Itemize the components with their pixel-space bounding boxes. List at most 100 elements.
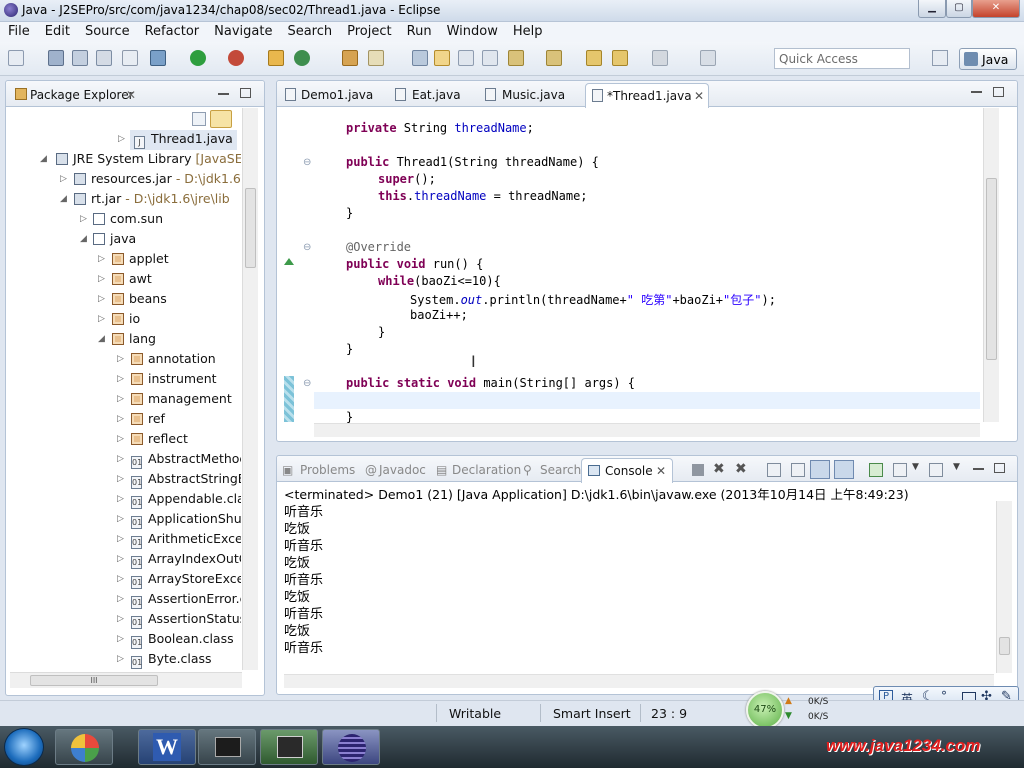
dropdown-arrow-icon[interactable]: ▼ <box>912 462 919 472</box>
menu-navigate[interactable]: Navigate <box>206 22 279 39</box>
tree-item-class[interactable]: 01 ArithmeticExcep <box>131 531 251 551</box>
minimize-button[interactable]: ▁ <box>918 0 946 18</box>
tree-item-io[interactable]: io <box>112 311 140 331</box>
tab-search[interactable]: Search <box>540 463 581 477</box>
tree-vertical-scrollbar[interactable] <box>242 108 258 670</box>
code-line[interactable]: } <box>346 342 353 356</box>
java-perspective-button[interactable]: Java <box>959 48 1017 70</box>
show-stdout-icon[interactable] <box>810 460 830 479</box>
minimize-view-icon[interactable] <box>218 93 229 95</box>
tree-item-java[interactable]: java <box>93 231 136 251</box>
tree-item-resources-jar[interactable]: resources.jar - D:\jdk1.6\j <box>74 171 249 191</box>
view-menu-icon[interactable]: ▼ <box>953 462 960 472</box>
toggle-mark-icon[interactable] <box>412 50 428 66</box>
tree-horizontal-scrollbar[interactable]: III <box>10 672 242 688</box>
taskbar-app-eclipse[interactable] <box>322 729 380 765</box>
taskbar-app-terminal[interactable] <box>198 729 256 765</box>
editor-horizontal-scrollbar[interactable] <box>314 423 980 437</box>
prev-annotation-icon[interactable] <box>546 50 562 66</box>
close-view-icon[interactable]: ✕ <box>126 88 136 102</box>
tree-item-annotation[interactable]: annotation <box>131 351 216 371</box>
code-line[interactable]: super(); <box>378 172 436 186</box>
tree-item-class[interactable]: 01 AssertionStatusI <box>131 611 250 631</box>
override-marker-icon[interactable] <box>284 258 294 265</box>
close-button[interactable]: ✕ <box>972 0 1020 18</box>
open-console-icon[interactable] <box>929 463 943 477</box>
scroll-lock-icon[interactable] <box>791 463 805 477</box>
open-perspective-icon[interactable] <box>932 50 948 66</box>
minimize-view-icon[interactable] <box>973 468 984 470</box>
highlight-icon[interactable] <box>434 50 450 66</box>
tree-item-class[interactable]: 01 Appendable.cla <box>131 491 245 511</box>
code-line[interactable]: public Thread1(String threadName) { <box>346 155 599 169</box>
new-class-icon[interactable] <box>294 50 310 66</box>
new-icon[interactable] <box>8 50 24 66</box>
tree-item-instrument[interactable]: instrument <box>131 371 217 391</box>
menu-source[interactable]: Source <box>77 22 137 39</box>
code-line[interactable]: private String threadName; <box>346 121 534 135</box>
tab-console-active[interactable]: Console ✕ <box>581 458 673 483</box>
tab-javadoc[interactable]: Javadoc <box>379 463 426 477</box>
menu-file[interactable]: File <box>0 22 37 39</box>
tree-item-com-sun[interactable]: com.sun <box>93 211 163 231</box>
tab-demo1[interactable]: Demo1.java <box>301 88 373 102</box>
back-icon[interactable] <box>612 50 628 66</box>
tab-problems[interactable]: Problems <box>300 463 355 477</box>
show-whitespace-icon[interactable] <box>482 50 498 66</box>
menu-edit[interactable]: Edit <box>37 22 77 39</box>
tree-item-class[interactable]: 01 ArrayIndexOutC <box>131 551 247 571</box>
tree-item-class[interactable]: 01 AbstractMethoc <box>131 451 246 471</box>
scroll-thumb[interactable] <box>986 178 997 360</box>
menu-project[interactable]: Project <box>339 22 398 39</box>
debug-icon[interactable] <box>150 50 166 66</box>
menu-refactor[interactable]: Refactor <box>137 22 207 39</box>
save-icon[interactable] <box>48 50 64 66</box>
next-annotation-icon[interactable] <box>508 50 524 66</box>
pin-icon[interactable] <box>122 50 138 66</box>
clear-console-icon[interactable] <box>767 463 781 477</box>
tree-item-class[interactable]: 01 Byte.class <box>131 651 212 671</box>
menu-help[interactable]: Help <box>505 22 550 39</box>
display-console-icon[interactable] <box>893 463 907 477</box>
tree-item-rt-jar[interactable]: rt.jar - D:\jdk1.6\jre\lib <box>74 191 230 211</box>
cpu-meter[interactable]: 47% <box>746 691 784 729</box>
save-all-icon[interactable] <box>72 50 88 66</box>
scroll-thumb[interactable] <box>245 188 256 268</box>
tab-thread1-active[interactable]: *Thread1.java ✕ <box>585 83 709 108</box>
tab-declaration[interactable]: Declaration <box>452 463 521 477</box>
quick-access-input[interactable]: Quick Access <box>774 48 910 69</box>
minimize-editor-icon[interactable] <box>971 91 982 93</box>
code-line[interactable]: while(baoZi<=10){ <box>378 274 501 288</box>
tree-item-jre-library[interactable]: JRE System Library [JavaSE-1 <box>56 151 255 171</box>
maximize-view-icon[interactable] <box>240 88 251 98</box>
tree-item-class[interactable]: 01 AssertionError.c <box>131 591 247 611</box>
code-line[interactable]: this.threadName = threadName; <box>378 189 588 203</box>
external-tools-icon[interactable] <box>228 50 244 66</box>
code-line[interactable]: baoZi++; <box>410 308 468 322</box>
maximize-button[interactable]: ▢ <box>946 0 972 18</box>
taskbar-app-word[interactable]: W <box>138 729 196 765</box>
print-icon[interactable] <box>96 50 112 66</box>
tree-item-thread1[interactable]: J Thread1.java <box>130 130 237 150</box>
tab-eat[interactable]: Eat.java <box>412 88 461 102</box>
code-line[interactable]: @Override <box>346 240 411 254</box>
code-line[interactable]: } <box>346 206 353 220</box>
tree-item-class[interactable]: 01 ArrayStoreExcep <box>131 571 252 591</box>
open-type-icon[interactable] <box>342 50 358 66</box>
close-tab-icon[interactable]: ✕ <box>656 464 666 478</box>
console-vertical-scrollbar[interactable] <box>996 501 1012 673</box>
scroll-thumb[interactable] <box>999 637 1010 655</box>
fold-icon[interactable]: ⊖ <box>303 242 311 253</box>
last-edit-icon[interactable] <box>586 50 602 66</box>
maximize-view-icon[interactable] <box>994 463 1005 473</box>
tree-item-lang[interactable]: lang <box>112 331 156 351</box>
code-line[interactable]: } <box>378 325 385 339</box>
fold-icon[interactable]: ⊖ <box>303 378 311 389</box>
tree-item-management[interactable]: management <box>131 391 232 411</box>
terminate-icon[interactable] <box>692 464 704 476</box>
tree-item-class[interactable]: 01 ApplicationShut <box>131 511 247 531</box>
collapse-all-icon[interactable] <box>192 112 206 126</box>
scroll-thumb[interactable]: III <box>30 675 158 686</box>
close-tab-icon[interactable]: ✕ <box>694 89 704 103</box>
tree-item-class[interactable]: 01 AbstractStringB <box>131 471 246 491</box>
